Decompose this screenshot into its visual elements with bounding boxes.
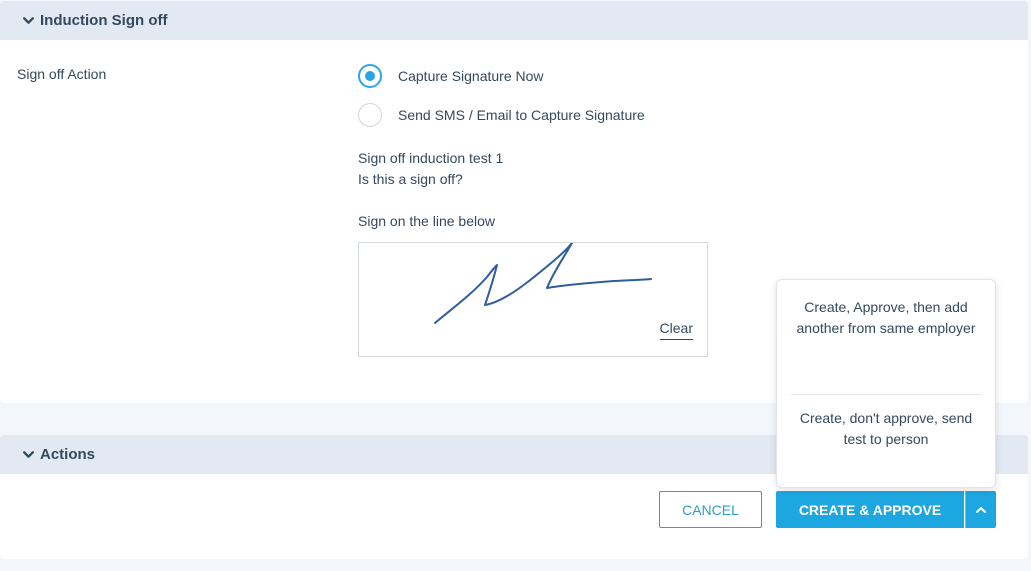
menu-item-create-approve-add-another[interactable]: Create, Approve, then add another from s… — [791, 297, 981, 339]
cancel-button[interactable]: CANCEL — [659, 491, 762, 528]
menu-item-create-send-test[interactable]: Create, don't approve, send test to pers… — [791, 408, 981, 450]
radio-label: Send SMS / Email to Capture Signature — [398, 107, 645, 123]
radio-button-checked[interactable] — [358, 64, 382, 88]
chevron-up-icon — [976, 506, 986, 513]
induction-sign-off-header[interactable]: Induction Sign off — [0, 1, 1028, 40]
sign-off-title: Sign off induction test 1 — [358, 150, 504, 166]
radio-send-sms-email[interactable]: Send SMS / Email to Capture Signature — [358, 103, 645, 127]
create-approve-button[interactable]: CREATE & APPROVE — [776, 491, 964, 528]
chevron-down-icon — [22, 451, 35, 458]
signature-instruction: Sign on the line below — [358, 213, 495, 229]
section-title: Actions — [40, 446, 96, 463]
sign-off-action-label: Sign off Action — [17, 66, 107, 82]
create-options-toggle[interactable] — [965, 491, 996, 528]
radio-button-unchecked[interactable] — [358, 103, 382, 127]
create-options-menu: Create, Approve, then add another from s… — [776, 279, 996, 488]
radio-capture-signature-now[interactable]: Capture Signature Now — [358, 64, 544, 88]
signature-pad[interactable]: Clear — [358, 242, 708, 357]
menu-divider — [791, 394, 981, 395]
clear-signature-link[interactable]: Clear — [659, 320, 693, 340]
chevron-down-icon — [22, 17, 35, 24]
radio-label: Capture Signature Now — [398, 68, 544, 84]
section-title: Induction Sign off — [40, 12, 168, 29]
signature-stroke — [434, 243, 652, 324]
sign-off-question: Is this a sign off? — [358, 171, 463, 187]
